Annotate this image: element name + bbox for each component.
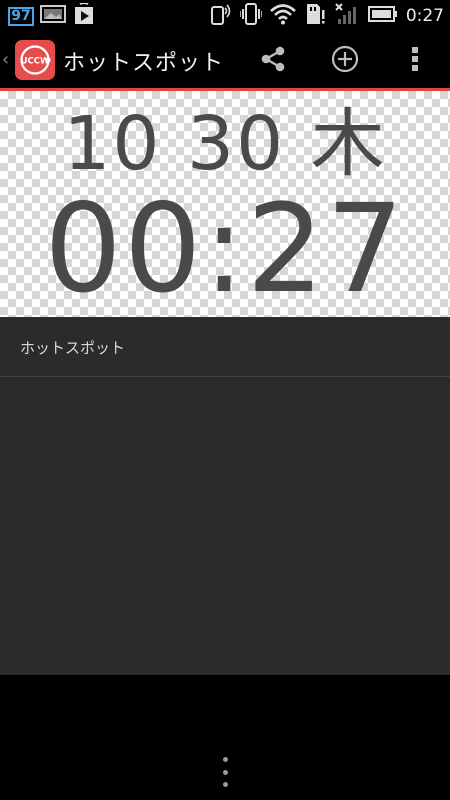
overflow-menu-button[interactable] — [395, 41, 435, 81]
widget-time-text: 00:27 — [44, 178, 406, 320]
play-store-icon — [72, 2, 96, 29]
phone-signal-icon — [210, 2, 232, 30]
back-chevron-icon[interactable]: ‹ — [2, 49, 9, 70]
dot — [222, 757, 228, 762]
gallery-icon — [40, 4, 66, 28]
list-item[interactable]: ホットスポット — [0, 317, 450, 377]
screen: 97 0:27 ‹ UCCW ホットスポット 10 30 木 00:27 ホット… — [0, 0, 450, 800]
app-icon[interactable]: UCCW — [15, 40, 55, 80]
bottom-bar — [0, 675, 450, 800]
share-button[interactable] — [253, 41, 293, 81]
sd-card-alert-icon — [304, 2, 326, 30]
status-clock: 0:27 — [405, 6, 444, 26]
widget-date-text: 10 30 木 — [63, 101, 387, 187]
dot — [222, 782, 228, 787]
page-title: ホットスポット — [63, 51, 225, 76]
share-icon — [258, 44, 288, 78]
system-icons: 0:27 — [210, 3, 444, 29]
notification-count-badge: 97 — [8, 6, 34, 26]
app-icon-text: UCCW — [21, 57, 50, 67]
bottom-overflow-menu-icon[interactable] — [215, 757, 235, 787]
notification-icons: 97 — [8, 2, 96, 29]
add-button[interactable] — [325, 41, 365, 81]
overflow-menu-icon — [409, 44, 421, 78]
content-list: ホットスポット — [0, 317, 450, 675]
list-item-label: ホットスポット — [20, 339, 126, 357]
widget-preview[interactable]: 10 30 木 00:27 — [0, 91, 450, 317]
wifi-icon — [269, 3, 296, 29]
status-bar: 97 0:27 — [0, 0, 450, 33]
no-signal-icon — [334, 2, 360, 30]
action-bar: ‹ UCCW ホットスポット — [0, 33, 450, 88]
vibrate-icon — [239, 2, 263, 30]
battery-icon — [367, 5, 398, 27]
add-icon — [330, 44, 360, 78]
dot — [222, 769, 228, 775]
